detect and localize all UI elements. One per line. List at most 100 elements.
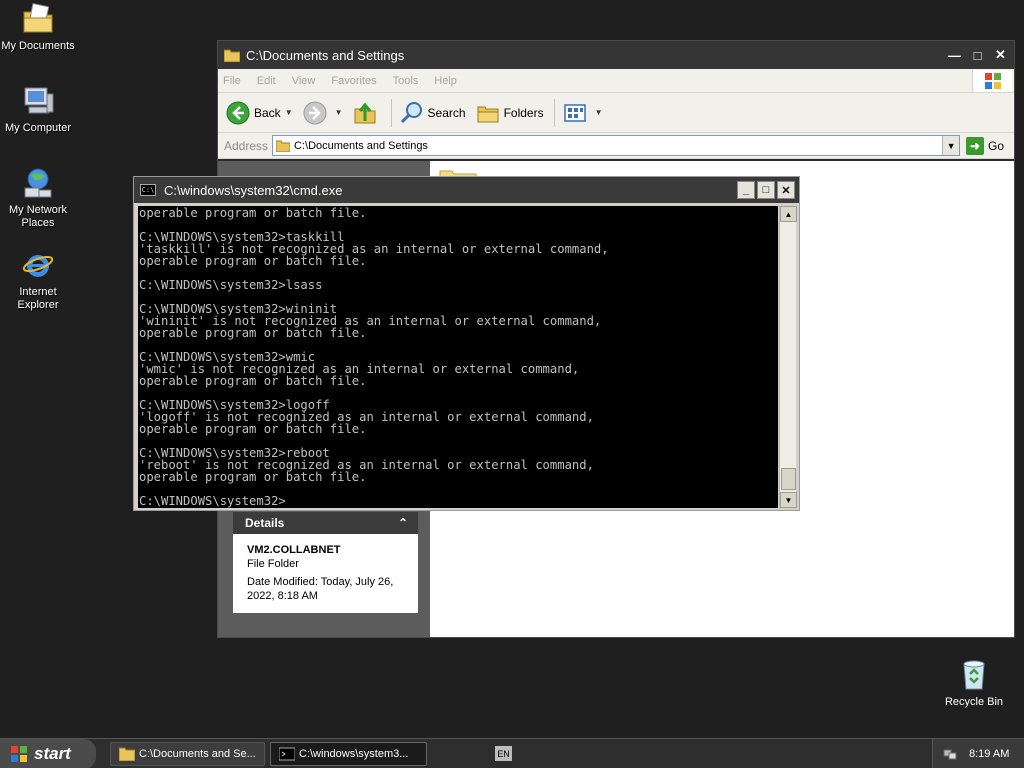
menu-bar: File Edit View Favorites Tools Help bbox=[218, 69, 1014, 93]
windows-flag-icon bbox=[984, 73, 1001, 89]
back-button[interactable]: Back ▼ bbox=[226, 101, 293, 125]
windows-flag-icon bbox=[11, 746, 27, 762]
details-panel: Details ⌃ VM2.COLLABNET File Folder Date… bbox=[233, 512, 418, 613]
collapse-chevron-icon[interactable]: ⌃ bbox=[398, 516, 408, 530]
cmd-icon: C:\ bbox=[140, 184, 156, 196]
back-label: Back bbox=[254, 105, 281, 120]
go-label: Go bbox=[988, 138, 1005, 153]
desktop-icon-label: My Network Places bbox=[8, 204, 68, 229]
menu-file[interactable]: File bbox=[223, 75, 241, 87]
scroll-thumb[interactable] bbox=[781, 468, 796, 490]
console-line: operable program or batch file. bbox=[139, 422, 367, 436]
forward-button[interactable]: ▼ bbox=[303, 101, 343, 125]
chevron-down-icon[interactable]: ▼ bbox=[595, 108, 603, 117]
recycle-bin-icon bbox=[963, 660, 985, 690]
my-documents-icon bbox=[23, 2, 53, 33]
details-folder-name: VM2.COLLABNET bbox=[247, 544, 341, 556]
folder-icon bbox=[276, 140, 291, 152]
menu-favorites[interactable]: Favorites bbox=[331, 75, 376, 87]
scroll-up-arrow-icon[interactable]: ▲ bbox=[780, 206, 797, 222]
taskbar: start C:\Documents and Se... C:\windows\… bbox=[0, 738, 1024, 768]
cmd-window[interactable]: C:\ C:\windows\system32\cmd.exe _ □ ✕ op… bbox=[133, 176, 800, 511]
start-button[interactable]: start bbox=[0, 739, 96, 768]
toolbar-separator bbox=[553, 98, 555, 127]
explorer-titlebar[interactable]: C:\Documents and Settings — □ ✕ bbox=[218, 41, 1014, 69]
maximize-button[interactable]: □ bbox=[967, 45, 988, 66]
scroll-down-arrow-icon[interactable]: ▼ bbox=[780, 492, 797, 508]
recycle-bin-label: Recycle Bin bbox=[944, 696, 1004, 708]
chevron-down-icon[interactable]: ▼ bbox=[285, 108, 293, 117]
console-line: operable program or batch file. bbox=[139, 470, 367, 484]
desktop-icon-label: My Documents bbox=[1, 40, 75, 52]
address-bar: Address C:\Documents and Settings ▼ ➜ Go bbox=[218, 133, 1014, 159]
address-value: C:\Documents and Settings bbox=[294, 139, 428, 152]
search-label: Search bbox=[427, 105, 466, 120]
menu-view[interactable]: View bbox=[292, 75, 316, 87]
toolbar-separator bbox=[390, 98, 392, 127]
start-label: start bbox=[34, 744, 71, 763]
search-icon bbox=[400, 101, 422, 123]
network-tray-icon[interactable] bbox=[943, 747, 957, 761]
folders-label: Folders bbox=[503, 105, 544, 120]
folder-icon bbox=[224, 49, 240, 62]
forward-arrow-icon bbox=[303, 101, 327, 124]
go-button[interactable]: ➜ Go bbox=[966, 136, 1005, 155]
details-folder-type: File Folder bbox=[247, 558, 299, 570]
menu-help[interactable]: Help bbox=[434, 75, 457, 87]
cmd-titlebar[interactable]: C:\ C:\windows\system32\cmd.exe _ □ ✕ bbox=[134, 177, 799, 203]
desktop-icon-recycle-bin[interactable]: Recycle Bin bbox=[938, 658, 1010, 708]
search-button[interactable]: Search bbox=[400, 101, 466, 125]
details-body: VM2.COLLABNET File Folder Date Modified:… bbox=[233, 534, 418, 613]
details-date-modified: Date Modified: Today, July 26, 2022, 8:1… bbox=[247, 576, 394, 602]
folders-button[interactable]: Folders bbox=[476, 101, 544, 125]
explorer-title: C:\Documents and Settings bbox=[246, 47, 405, 63]
details-header[interactable]: Details ⌃ bbox=[233, 512, 418, 534]
details-title: Details bbox=[245, 516, 285, 530]
console-scrollbar[interactable]: ▲ ▼ bbox=[779, 206, 797, 508]
address-dropdown-button[interactable]: ▼ bbox=[942, 136, 960, 155]
close-button[interactable]: ✕ bbox=[990, 45, 1011, 66]
views-icon bbox=[563, 103, 586, 122]
menu-edit[interactable]: Edit bbox=[257, 75, 276, 87]
clock[interactable]: 8:19 AM bbox=[969, 748, 1009, 760]
go-arrow-icon: ➜ bbox=[966, 136, 985, 155]
chevron-down-icon[interactable]: ▼ bbox=[335, 108, 343, 117]
minimize-button[interactable]: — bbox=[944, 45, 965, 66]
network-places-icon bbox=[24, 168, 52, 198]
menu-tools[interactable]: Tools bbox=[393, 75, 419, 87]
views-button[interactable]: ▼ bbox=[563, 101, 603, 125]
console-line: operable program or batch file. bbox=[139, 326, 367, 340]
taskbar-item-label: C:\Documents and Se... bbox=[139, 748, 256, 760]
console-line: operable program or batch file. bbox=[139, 206, 367, 220]
language-indicator[interactable]: EN bbox=[495, 746, 512, 761]
system-tray: 8:19 AM bbox=[932, 739, 1024, 768]
console-line: C:\WINDOWS\system32> bbox=[139, 494, 286, 508]
back-arrow-icon bbox=[226, 101, 250, 124]
address-label: Address bbox=[224, 138, 269, 153]
taskbar-item-label: C:\windows\system3... bbox=[299, 748, 409, 760]
address-field[interactable]: C:\Documents and Settings ▼ bbox=[272, 135, 961, 156]
desktop-icon-my-computer[interactable]: My Computer bbox=[0, 84, 78, 135]
minimize-button[interactable]: _ bbox=[737, 181, 755, 199]
maximize-button[interactable]: □ bbox=[757, 181, 775, 199]
desktop-icon-label: My Computer bbox=[4, 122, 72, 134]
my-computer-icon bbox=[24, 87, 54, 114]
desktop-icon-my-documents[interactable]: My Documents bbox=[0, 2, 78, 53]
cmd-icon bbox=[279, 747, 295, 761]
up-folder-icon bbox=[354, 102, 376, 123]
desktop-icon-label: Internet Explorer bbox=[17, 286, 59, 311]
console-line: operable program or batch file. bbox=[139, 374, 367, 388]
taskbar-item-cmd[interactable]: C:\windows\system3... bbox=[270, 742, 427, 766]
desktop-icon-my-network-places[interactable]: My Network Places bbox=[0, 166, 78, 230]
close-button[interactable]: ✕ bbox=[777, 181, 795, 199]
explorer-toolbar: Back ▼ ▼ Search Folders ▼ bbox=[218, 93, 1014, 133]
console-line: operable program or batch file. bbox=[139, 254, 367, 268]
taskbar-item-explorer[interactable]: C:\Documents and Se... bbox=[110, 742, 265, 766]
desktop-icon-internet-explorer[interactable]: Internet Explorer bbox=[0, 248, 78, 312]
folders-icon bbox=[477, 106, 499, 122]
up-folder-button[interactable] bbox=[353, 101, 381, 125]
console-output[interactable]: operable program or batch file. C:\WINDO… bbox=[138, 206, 778, 508]
cmd-title: C:\windows\system32\cmd.exe bbox=[164, 182, 343, 198]
windows-logo bbox=[972, 70, 1012, 92]
internet-explorer-icon bbox=[22, 255, 54, 277]
